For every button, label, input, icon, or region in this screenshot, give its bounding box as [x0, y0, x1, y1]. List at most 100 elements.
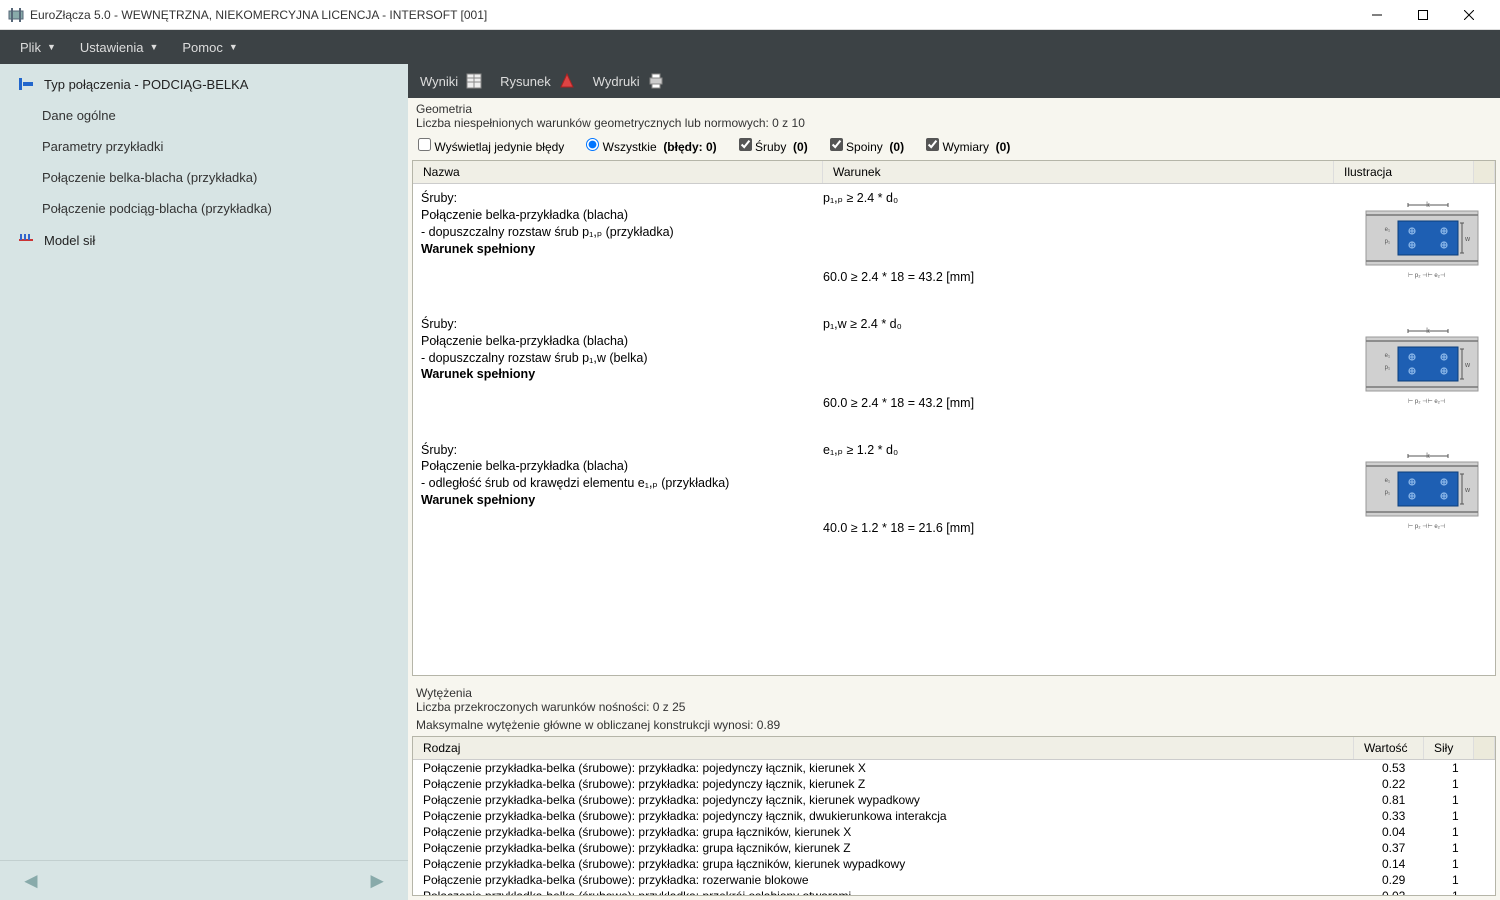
- condition-row[interactable]: Śruby:Połączenie belka-przykładka (blach…: [413, 310, 1495, 436]
- results-toolbar: Wyniki Rysunek Wydruki: [408, 64, 1500, 98]
- wytezenie-row[interactable]: Połączenie przykładka-belka (śrubowe): p…: [413, 888, 1495, 895]
- th-nazwa[interactable]: Nazwa: [413, 161, 823, 183]
- close-button[interactable]: [1446, 0, 1492, 30]
- menu-help[interactable]: Pomoc▼: [174, 36, 245, 59]
- wytezenie-row[interactable]: Połączenie przykładka-belka (śrubowe): p…: [413, 856, 1495, 872]
- sidebar: Typ połączenia - PODCIĄG-BELKA Dane ogól…: [0, 64, 408, 900]
- caret-icon: ▼: [149, 42, 158, 52]
- wyt-sily: 1: [1452, 841, 1485, 855]
- wyt-sily: 1: [1452, 777, 1485, 791]
- wyt-sily: 1: [1452, 809, 1485, 823]
- wyt-sily: 1: [1452, 889, 1485, 895]
- geometria-table: Nazwa Warunek Ilustracja Śruby:Połączeni…: [412, 160, 1496, 676]
- svg-text:e₁: e₁: [1385, 227, 1390, 233]
- tree-item-params[interactable]: Parametry przykładki: [0, 131, 408, 162]
- cond-name: Śruby:Połączenie belka-przykładka (blach…: [421, 316, 823, 412]
- wytezenie-row[interactable]: Połączenie przykładka-belka (śrubowe): p…: [413, 872, 1495, 888]
- wyt-rodzaj: Połączenie przykładka-belka (śrubowe): p…: [423, 825, 1382, 839]
- geometria-thead: Nazwa Warunek Ilustracja: [413, 161, 1495, 184]
- svg-text:w: w: [1464, 487, 1471, 494]
- cond-expr: p₁,ₚ ≥ 2.4 * d₀60.0 ≥ 2.4 * 18 = 43.2 [m…: [823, 190, 1357, 286]
- wytezenia-table: Rodzaj Wartość Siły Połączenie przykładk…: [412, 736, 1496, 896]
- wyt-rodzaj: Połączenie przykładka-belka (śrubowe): p…: [423, 873, 1382, 887]
- caret-icon: ▼: [229, 42, 238, 52]
- tb-results[interactable]: Wyniki: [420, 73, 482, 89]
- wyt-sily: 1: [1452, 873, 1485, 887]
- wyt-rodzaj: Połączenie przykładka-belka (śrubowe): p…: [423, 809, 1382, 823]
- menu-settings[interactable]: Ustawienia▼: [72, 36, 167, 59]
- nav-next-button[interactable]: ►: [366, 868, 388, 894]
- menu-file[interactable]: Plik▼: [12, 36, 64, 59]
- section-geometria: Geometria: [408, 98, 1500, 116]
- wytezenie-row[interactable]: Połączenie przykładka-belka (śrubowe): p…: [413, 760, 1495, 776]
- nav-prev-button[interactable]: ◄: [20, 868, 42, 894]
- geometria-summary: Liczba niespełnionych warunków geometryc…: [408, 116, 1500, 134]
- wyt-rodzaj: Połączenie przykładka-belka (śrubowe): p…: [423, 841, 1382, 855]
- cond-expr: e₁,ₚ ≥ 1.2 * d₀40.0 ≥ 1.2 * 18 = 21.6 [m…: [823, 442, 1357, 538]
- tree-header-label: Model sił: [44, 233, 95, 248]
- wytezenie-row[interactable]: Połączenie przykładka-belka (śrubowe): p…: [413, 776, 1495, 792]
- svg-text:e₁: e₁: [1385, 478, 1390, 484]
- wytezenia-tbody[interactable]: Połączenie przykładka-belka (śrubowe): p…: [413, 760, 1495, 895]
- wyt-wartosc: 0.29: [1382, 873, 1452, 887]
- table-icon: [466, 73, 482, 89]
- tb-prints[interactable]: Wydruki: [593, 73, 664, 89]
- wyt-sily: 1: [1452, 825, 1485, 839]
- wyt-rodzaj: Połączenie przykładka-belka (śrubowe): p…: [423, 857, 1382, 871]
- filter-welds[interactable]: Spoiny (0): [830, 138, 904, 154]
- filter-all[interactable]: Wszystkie (błędy: 0): [586, 138, 716, 154]
- wyt-wartosc: 0.53: [1382, 761, 1452, 775]
- wyt-wartosc: 0.37: [1382, 841, 1452, 855]
- window-title: EuroZłącza 5.0 - WEWNĘTRZNA, NIEKOMERCYJ…: [30, 8, 1354, 22]
- wytezenia-thead: Rodzaj Wartość Siły: [413, 737, 1495, 760]
- th-rodzaj[interactable]: Rodzaj: [413, 737, 1354, 759]
- svg-text:p₁: p₁: [1385, 490, 1390, 496]
- tree-header-model[interactable]: Model sił: [0, 224, 408, 256]
- connection-type-icon: [18, 76, 34, 92]
- wytezenie-row[interactable]: Połączenie przykładka-belka (śrubowe): p…: [413, 840, 1495, 856]
- maximize-button[interactable]: [1400, 0, 1446, 30]
- th-wartosc[interactable]: Wartość: [1354, 737, 1424, 759]
- wyt-rodzaj: Połączenie przykładka-belka (śrubowe): p…: [423, 793, 1382, 807]
- condition-row[interactable]: Śruby:Połączenie belka-przykładka (blach…: [413, 184, 1495, 310]
- wyt-sily: 1: [1452, 761, 1485, 775]
- tree-header-label: Typ połączenia - PODCIĄG-BELKA: [44, 77, 248, 92]
- wytezenie-row[interactable]: Połączenie przykładka-belka (śrubowe): p…: [413, 792, 1495, 808]
- wytezenie-row[interactable]: Połączenie przykładka-belka (śrubowe): p…: [413, 808, 1495, 824]
- geometria-tbody[interactable]: Śruby:Połączenie belka-przykładka (blach…: [413, 184, 1495, 675]
- svg-text:⊢ p₂ ⊣⊢ e₂⊣: ⊢ p₂ ⊣⊢ e₂⊣: [1408, 523, 1445, 530]
- wyt-sily: 1: [1452, 857, 1485, 871]
- svg-text:w: w: [1464, 362, 1471, 369]
- th-ilustracja[interactable]: Ilustracja: [1334, 161, 1474, 183]
- svg-text:⊢ p₂ ⊣⊢ e₂⊣: ⊢ p₂ ⊣⊢ e₂⊣: [1408, 398, 1445, 405]
- wyt-rodzaj: Połączenie przykładka-belka (śrubowe): p…: [423, 777, 1382, 791]
- caret-icon: ▼: [47, 42, 56, 52]
- drawing-icon: [559, 73, 575, 89]
- menubar: Plik▼ Ustawienia▼ Pomoc▼: [0, 30, 1500, 64]
- wytezenia-summary1: Liczba przekroczonych warunków nośności:…: [408, 700, 1500, 718]
- tree-item-general[interactable]: Dane ogólne: [0, 100, 408, 131]
- tree-item-beam-plate[interactable]: Połączenie belka-blacha (przykładka): [0, 162, 408, 193]
- condition-row[interactable]: Śruby:Połączenie belka-przykładka (blach…: [413, 436, 1495, 562]
- wytezenie-row[interactable]: Połączenie przykładka-belka (śrubowe): p…: [413, 824, 1495, 840]
- tree-item-girder-plate[interactable]: Połączenie podciąg-blacha (przykładka): [0, 193, 408, 224]
- nav-tree: Typ połączenia - PODCIĄG-BELKA Dane ogól…: [0, 64, 408, 860]
- th-sily[interactable]: Siły: [1424, 737, 1474, 759]
- cond-name: Śruby:Połączenie belka-przykładka (blach…: [421, 190, 823, 286]
- wyt-sily: 1: [1452, 793, 1485, 807]
- wyt-wartosc: 0.04: [1382, 825, 1452, 839]
- minimize-button[interactable]: [1354, 0, 1400, 30]
- th-scroll2: [1474, 737, 1495, 759]
- main-panel: Wyniki Rysunek Wydruki Geometria Liczba …: [408, 64, 1500, 900]
- filter-dims[interactable]: Wymiary (0): [926, 138, 1010, 154]
- printer-icon: [648, 73, 664, 89]
- filter-bolts[interactable]: Śruby (0): [739, 138, 808, 154]
- th-scroll: [1474, 161, 1495, 183]
- th-warunek[interactable]: Warunek: [823, 161, 1334, 183]
- wyt-wartosc: 0.81: [1382, 793, 1452, 807]
- svg-text:⊢ p₂ ⊣⊢ e₂⊣: ⊢ p₂ ⊣⊢ e₂⊣: [1408, 272, 1445, 279]
- tree-header-type[interactable]: Typ połączenia - PODCIĄG-BELKA: [0, 68, 408, 100]
- filter-errors-only[interactable]: Wyświetlaj jedynie błędy: [418, 138, 564, 154]
- tb-drawing[interactable]: Rysunek: [500, 73, 575, 89]
- svg-text:p₁: p₁: [1385, 239, 1390, 245]
